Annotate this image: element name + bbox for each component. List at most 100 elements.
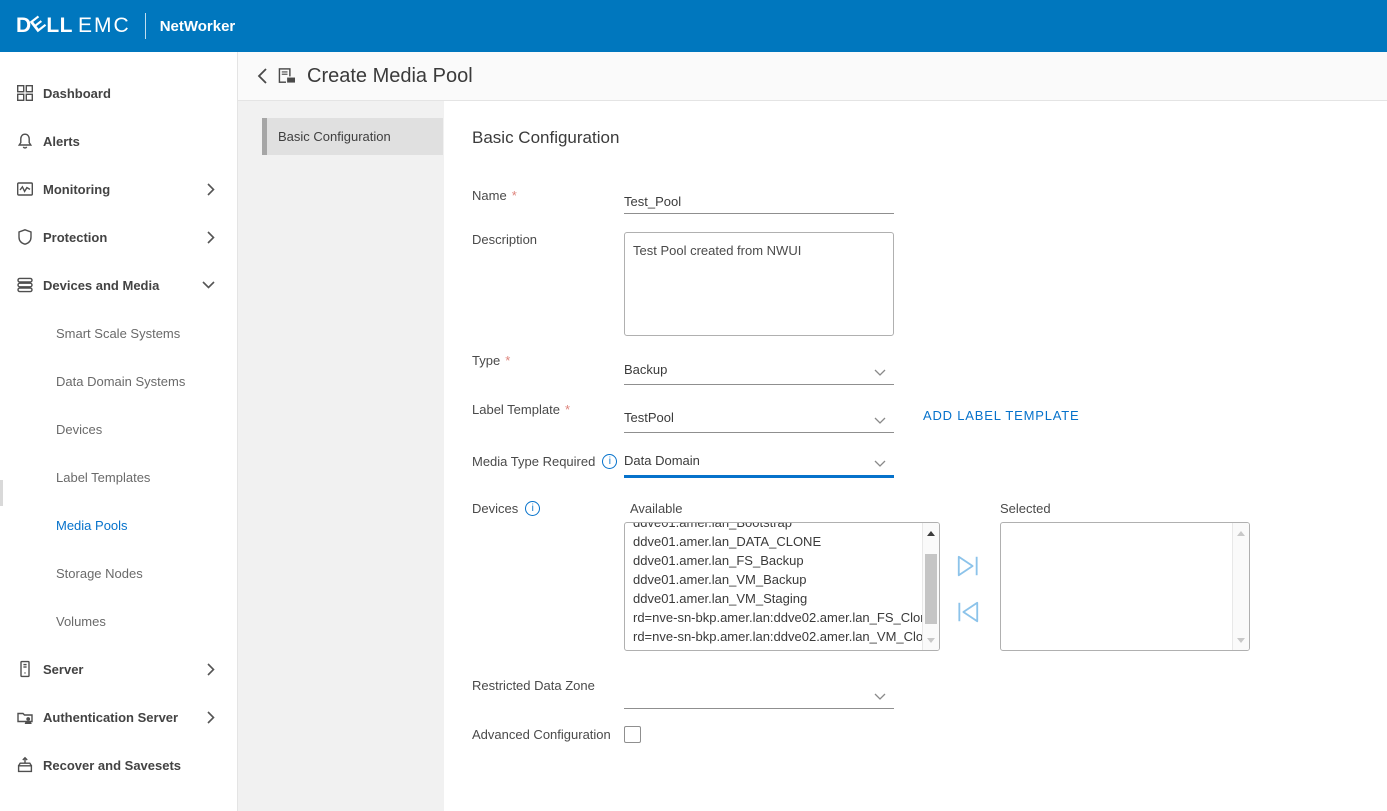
field-label-text: Type: [472, 353, 500, 368]
topbar-separator: [145, 13, 146, 39]
required-asterisk: *: [512, 188, 517, 203]
scroll-down-button[interactable]: [1233, 632, 1249, 648]
sidebar-item-label: Recover and Savesets: [43, 758, 181, 773]
sidebar-item-dashboard[interactable]: Dashboard: [0, 69, 237, 117]
sidebar-scrollbar[interactable]: [0, 480, 3, 506]
media-pool-icon: [278, 67, 297, 86]
selected-devices-listbox[interactable]: [1000, 522, 1250, 651]
chevron-down-icon: [202, 281, 215, 289]
field-label-text: Media Type Required: [472, 454, 595, 469]
available-label: Available: [630, 501, 683, 516]
list-item[interactable]: ddve01.amer.lan_VM_Backup: [625, 570, 922, 589]
required-asterisk: *: [505, 353, 510, 368]
sidebar-subitem-label: Devices: [56, 422, 102, 437]
restricted-data-zone-select[interactable]: [624, 683, 894, 709]
field-label-text: Advanced Configuration: [472, 727, 611, 742]
info-icon[interactable]: [602, 454, 617, 469]
list-item[interactable]: rd=nve-sn-bkp.amer.lan:ddve02.amer.lan_F…: [625, 608, 922, 627]
select-value: Data Domain: [624, 453, 700, 468]
scrollbar[interactable]: [922, 523, 939, 650]
move-all-left-button[interactable]: [953, 597, 983, 627]
sidebar-subitem-label: Volumes: [56, 614, 106, 629]
selected-label: Selected: [1000, 501, 1051, 516]
chevron-right-icon: [207, 711, 215, 724]
arrow-down-icon: [927, 638, 935, 643]
sidebar-item-label: Devices and Media: [43, 278, 159, 293]
chevron-right-icon: [207, 183, 215, 196]
sidebar-item-label-templates[interactable]: Label Templates: [0, 453, 237, 501]
field-label-text: Description: [472, 232, 537, 247]
description-textarea[interactable]: Test Pool created from NWUI: [624, 232, 894, 336]
list-item[interactable]: ddve01.amer.lan_VM_Staging: [625, 589, 922, 608]
sidebar-item-alerts[interactable]: Alerts: [0, 117, 237, 165]
list-item[interactable]: ddve01.amer.lan_Bootstrap: [625, 522, 922, 532]
logo-letter: LL: [46, 14, 73, 38]
move-all-right-button[interactable]: [953, 551, 983, 581]
type-select[interactable]: Backup: [624, 359, 894, 385]
select-value: TestPool: [624, 410, 674, 425]
name-input[interactable]: [624, 190, 894, 214]
sidebar-item-storage-nodes[interactable]: Storage Nodes: [0, 549, 237, 597]
field-label-text: Label Template: [472, 402, 560, 417]
label-template-select[interactable]: TestPool: [624, 407, 894, 433]
select-value: Backup: [624, 362, 667, 377]
available-devices-listbox[interactable]: ddve01.amer.lan_Bootstrapddve01.amer.lan…: [624, 522, 940, 651]
bell-icon: [16, 132, 34, 150]
advanced-configuration-checkbox[interactable]: [624, 726, 641, 743]
sidebar-item-server[interactable]: Server: [0, 645, 237, 693]
sidebar-item-volumes[interactable]: Volumes: [0, 597, 237, 645]
chevron-down-icon: [874, 693, 886, 700]
sidebar-item-label: Authentication Server: [43, 710, 178, 725]
recover-icon: [16, 756, 34, 774]
field-label-text: Name: [472, 188, 507, 203]
list-item[interactable]: rd=nve-sn-bkp.amer.lan:ddve02.amer.lan_V…: [625, 627, 922, 646]
sidebar-item-devices-and-media[interactable]: Devices and Media: [0, 261, 237, 309]
info-icon[interactable]: [525, 501, 540, 516]
chevron-right-icon: [207, 231, 215, 244]
sidebar-subitem-label: Smart Scale Systems: [56, 326, 180, 341]
subnav-item-basic-configuration[interactable]: Basic Configuration: [262, 118, 443, 155]
list-item[interactable]: ddve01.amer.lan_DATA_CLONE: [625, 532, 922, 551]
arrow-up-icon: [1237, 531, 1245, 536]
topbar: DELLEMC NetWorker: [0, 0, 1387, 52]
sidebar-item-media-pools[interactable]: Media Pools: [0, 501, 237, 549]
media-type-required-select[interactable]: Data Domain: [624, 452, 894, 478]
sidebar-item-recover-and-savesets[interactable]: Recover and Savesets: [0, 741, 237, 789]
field-label-text: Devices: [472, 501, 518, 516]
monitoring-icon: [16, 180, 34, 198]
sidebar-item-protection[interactable]: Protection: [0, 213, 237, 261]
field-label-text: Restricted Data Zone: [472, 678, 595, 693]
chevron-down-icon: [874, 417, 886, 424]
sidebar-item-label: Monitoring: [43, 182, 110, 197]
subnav-panel: Basic Configuration: [238, 101, 444, 811]
chevron-right-icon: [207, 663, 215, 676]
scroll-up-button[interactable]: [923, 525, 939, 541]
sidebar-subitem-label-active: Media Pools: [56, 518, 128, 533]
sidebar-item-data-domain-systems[interactable]: Data Domain Systems: [0, 357, 237, 405]
product-name: NetWorker: [160, 18, 236, 35]
scrollbar-thumb[interactable]: [925, 554, 937, 624]
sidebar-subitem-label: Label Templates: [56, 470, 150, 485]
networker-app: DELLEMC NetWorker Dashboard Alerts: [0, 0, 1387, 811]
back-button[interactable]: [255, 65, 270, 87]
add-label-template-link[interactable]: ADD LABEL TEMPLATE: [923, 408, 1080, 423]
sidebar-subitem-label: Data Domain Systems: [56, 374, 185, 389]
sidebar-subitem-label: Storage Nodes: [56, 566, 143, 581]
page-title: Create Media Pool: [307, 65, 473, 88]
required-asterisk: *: [565, 402, 570, 417]
type-label: Type *: [472, 353, 510, 368]
media-stack-icon: [16, 276, 34, 294]
dell-emc-logo: DELLEMC: [16, 14, 131, 38]
label-template-label: Label Template *: [472, 402, 570, 417]
list-item[interactable]: ddve01.amer.lan_FS_Backup: [625, 551, 922, 570]
sidebar-item-monitoring[interactable]: Monitoring: [0, 165, 237, 213]
scroll-up-button[interactable]: [1233, 525, 1249, 541]
sidebar-item-smart-scale-systems[interactable]: Smart Scale Systems: [0, 309, 237, 357]
sidebar-item-authentication-server[interactable]: Authentication Server: [0, 693, 237, 741]
restricted-data-zone-label: Restricted Data Zone: [472, 678, 595, 693]
sidebar-item-devices[interactable]: Devices: [0, 405, 237, 453]
chevron-down-icon: [874, 460, 886, 467]
sidebar-item-label: Protection: [43, 230, 107, 245]
scrollbar[interactable]: [1232, 523, 1249, 650]
scroll-down-button[interactable]: [923, 632, 939, 648]
